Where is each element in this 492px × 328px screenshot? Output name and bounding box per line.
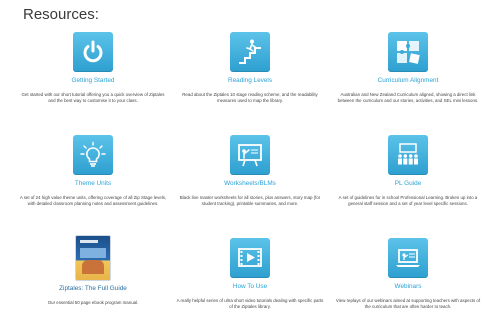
resource-card-how-to-use: How To Use A really helpful series of ul… bbox=[170, 236, 330, 328]
resource-card-curriculum-alignment: Curriculum Alignment Australian and New … bbox=[330, 30, 486, 133]
resource-description: Read about the Ziptales 10 stage reading… bbox=[182, 92, 318, 104]
resource-description: A set of guidelines for in school Profes… bbox=[338, 195, 478, 207]
resource-title-link[interactable]: Theme Units bbox=[75, 180, 111, 187]
teacher-board-icon bbox=[238, 144, 262, 167]
resource-card-reading-levels: Reading Levels Read about the Ziptales 1… bbox=[170, 30, 330, 133]
resource-title-link[interactable]: Curriculum Alignment bbox=[378, 77, 439, 84]
resource-title-link[interactable]: Getting Started bbox=[72, 77, 115, 84]
resource-description: A set of 24 high value theme units, offe… bbox=[19, 195, 167, 207]
resource-description: Get started with our short tutorial offe… bbox=[21, 92, 165, 104]
webinars-tile[interactable] bbox=[388, 238, 428, 278]
resource-card-webinars: Webinars View replays of our webinars ai… bbox=[330, 236, 486, 328]
resource-card-getting-started: Getting Started Get started with our sho… bbox=[16, 30, 170, 133]
resource-description: Australian and New Zealand Curriculum al… bbox=[337, 92, 479, 104]
power-icon bbox=[83, 40, 103, 63]
resource-title-link[interactable]: Worksheets/BLMs bbox=[224, 180, 276, 187]
getting-started-tile[interactable] bbox=[73, 32, 113, 72]
resource-card-full-guide: Ziptales: The Full Guide Our essential 5… bbox=[16, 236, 170, 328]
video-player-icon bbox=[238, 248, 262, 267]
resource-description: Black line master worksheets for all sto… bbox=[179, 195, 321, 207]
worksheets-tile[interactable] bbox=[230, 135, 270, 175]
resource-card-theme-units: Theme Units A set of 24 high value theme… bbox=[16, 133, 170, 236]
curriculum-alignment-tile[interactable] bbox=[388, 32, 428, 72]
pl-guide-tile[interactable] bbox=[388, 135, 428, 175]
resource-title-link[interactable]: PL Guide bbox=[395, 180, 421, 187]
ebook-cover-icon[interactable] bbox=[76, 236, 110, 280]
lightbulb-icon bbox=[80, 141, 106, 167]
resource-description: View replays of our webinars aimed at su… bbox=[335, 298, 481, 310]
theme-units-tile[interactable] bbox=[73, 135, 113, 175]
resource-title-link[interactable]: Ziptales: The Full Guide bbox=[59, 285, 127, 292]
resources-grid: Getting Started Get started with our sho… bbox=[16, 30, 486, 328]
page-title: Resources: bbox=[23, 6, 99, 23]
stairs-climber-icon bbox=[239, 39, 261, 64]
puzzle-icon bbox=[397, 41, 420, 64]
resource-description: A really helpful series of ultra short v… bbox=[176, 298, 324, 310]
resource-title-link[interactable]: Webinars bbox=[395, 283, 422, 290]
resource-card-pl-guide: PL Guide A set of guidelines for in scho… bbox=[330, 133, 486, 236]
laptop-presentation-icon bbox=[396, 249, 420, 267]
classroom-icon bbox=[398, 143, 418, 165]
resource-title-link[interactable]: Reading Levels bbox=[228, 77, 272, 84]
how-to-use-tile[interactable] bbox=[230, 238, 270, 278]
resource-card-worksheets: Worksheets/BLMs Black line master worksh… bbox=[170, 133, 330, 236]
resource-description: Our essential 50 page ebook program manu… bbox=[47, 300, 139, 305]
resource-title-link[interactable]: How To Use bbox=[233, 283, 267, 290]
reading-levels-tile[interactable] bbox=[230, 32, 270, 72]
